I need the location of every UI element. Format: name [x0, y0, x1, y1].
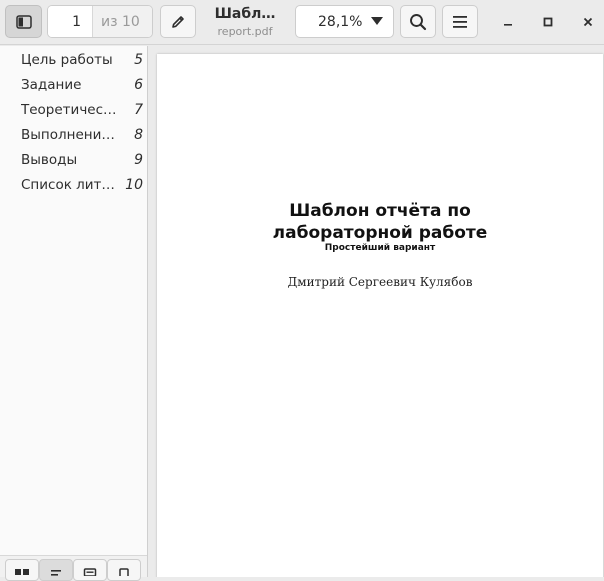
outline-item-label: Цель работы — [21, 51, 113, 68]
page-subtitle: Простейший вариант — [324, 243, 436, 253]
main-menu-button[interactable] — [442, 5, 478, 38]
outline-item-label: Теоретичес… — [21, 101, 117, 118]
outline-item-label: Выводы — [21, 151, 78, 168]
maximize-button[interactable] — [538, 12, 558, 32]
outline-item[interactable]: Список лите… 10 — [0, 172, 147, 197]
triangle-down-icon — [371, 17, 383, 25]
outline-item-label: Выполнение… — [21, 126, 119, 143]
outline-item[interactable]: Задание 6 — [0, 72, 147, 97]
sidebar-toggle-button[interactable] — [5, 5, 42, 38]
maximize-icon — [543, 17, 553, 27]
zoom-dropdown[interactable]: 28,1% — [295, 5, 394, 38]
outline-item-page: 9 — [134, 151, 143, 168]
header-bar: из 10 Шабл… report.pdf 28,1% — [0, 0, 604, 45]
sidebar-view-switcher — [0, 555, 147, 581]
document-title: Шабл… — [214, 6, 276, 22]
outline-item-page: 10 — [125, 176, 143, 193]
page-number-input[interactable] — [48, 6, 93, 37]
outline-item-label: Задание — [21, 76, 82, 93]
minimize-icon — [503, 17, 513, 27]
thumbnails-view-button[interactable] — [5, 559, 39, 581]
zoom-value: 28,1% — [318, 13, 363, 30]
outline-item-page: 8 — [134, 126, 143, 143]
outline-item[interactable]: Цель работы 5 — [0, 47, 147, 72]
outline-item-page: 5 — [134, 51, 143, 68]
search-button[interactable] — [400, 5, 436, 38]
hamburger-menu-icon — [452, 15, 468, 29]
document-page: Шаблон отчёта по лабораторной работе Про… — [157, 54, 603, 577]
annotate-button[interactable] — [160, 5, 196, 38]
outline-item-page: 6 — [134, 76, 143, 93]
close-icon — [583, 17, 593, 27]
page-navigator: из 10 — [47, 5, 153, 38]
outline-item-page: 7 — [134, 101, 143, 118]
annotations-view-button[interactable] — [73, 559, 107, 581]
document-filename: report.pdf — [217, 25, 273, 38]
outline-item-label: Список лите… — [21, 176, 119, 193]
pencil-icon — [170, 14, 186, 30]
outline-view-button[interactable] — [39, 559, 73, 581]
page-total-label: из 10 — [93, 6, 152, 37]
page-author: Дмитрий Сергеевич Кулябов — [287, 275, 473, 289]
annotations-icon — [83, 568, 97, 576]
close-button[interactable] — [578, 12, 598, 32]
bookmark-icon — [118, 568, 130, 576]
document-view[interactable]: Шаблон отчёта по лабораторной работе Про… — [148, 46, 604, 577]
sidebar-toggle-icon — [15, 14, 32, 29]
outline-item[interactable]: Выводы 9 — [0, 147, 147, 172]
search-icon — [409, 13, 427, 31]
thumbnails-icon — [14, 568, 30, 576]
window-title: Шабл… report.pdf — [200, 4, 290, 39]
outline-item[interactable]: Выполнение… 8 — [0, 122, 147, 147]
minimize-button[interactable] — [498, 12, 518, 32]
outline-list-icon — [49, 568, 63, 576]
page-title: Шаблон отчёта по лабораторной работе — [272, 201, 488, 243]
outline-sidebar: Цель работы 5 Задание 6 Теоретичес… 7 Вы… — [0, 46, 147, 577]
bookmarks-view-button[interactable] — [107, 559, 141, 581]
outline-item[interactable]: Теоретичес… 7 — [0, 97, 147, 122]
